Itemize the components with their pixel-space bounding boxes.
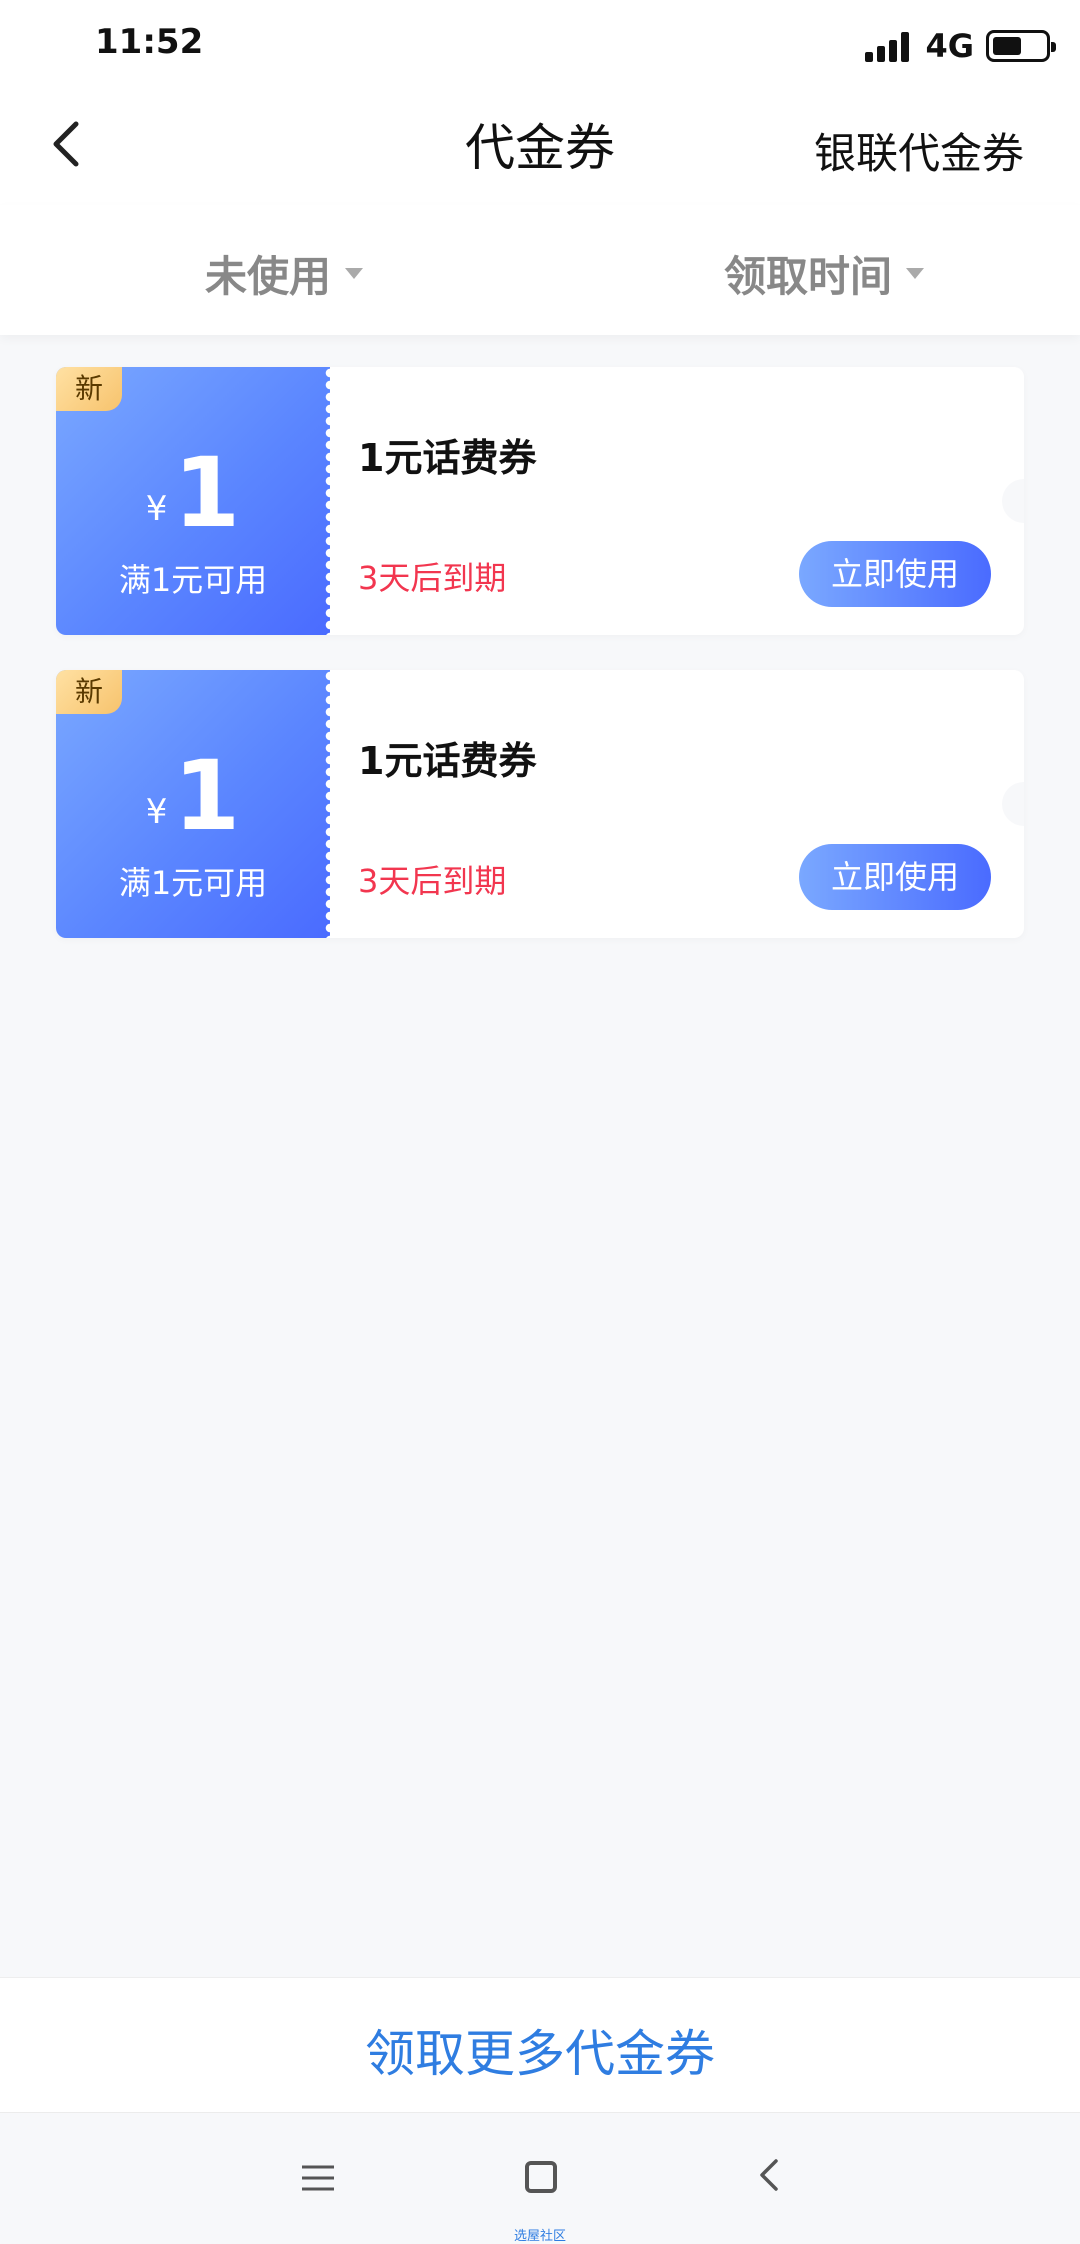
home-icon[interactable] xyxy=(525,2161,557,2193)
coupon-value-panel: 新 ¥1 满1元可用 xyxy=(56,367,336,635)
screen: 11:52 4G 代金券 银联代金券 未使用 领取时间 新 ¥1 满1元可用 1… xyxy=(0,0,1080,2244)
back-nav-icon[interactable] xyxy=(750,2155,790,2195)
coupon-amount: ¥1 xyxy=(56,437,330,549)
coupon-expiry: 3天后到期 xyxy=(358,559,507,597)
coupon-threshold: 满1元可用 xyxy=(118,864,268,902)
status-filter-dropdown[interactable]: 未使用 xyxy=(205,243,364,304)
bottom-action-bar: 领取更多代金券 xyxy=(0,1977,1080,2112)
status-filter-label: 未使用 xyxy=(205,252,332,301)
amount-value: 1 xyxy=(173,740,241,852)
get-more-coupons-link[interactable]: 领取更多代金券 xyxy=(0,2014,1080,2086)
sort-filter-label: 领取时间 xyxy=(724,252,893,301)
use-now-button[interactable]: 立即使用 xyxy=(799,844,991,910)
coupon-expiry: 3天后到期 xyxy=(358,862,507,900)
coupon-title: 1元话费券 xyxy=(358,739,537,783)
system-nav-bar: 选屋社区 xyxy=(0,2112,1080,2244)
unionpay-coupons-link[interactable]: 银联代金券 xyxy=(814,120,1024,181)
signal-icon xyxy=(865,30,913,62)
card-notch xyxy=(1002,479,1024,523)
sort-filter-dropdown[interactable]: 领取时间 xyxy=(724,243,925,304)
status-indicators: 4G xyxy=(865,24,1056,68)
currency-symbol: ¥ xyxy=(145,792,168,832)
status-bar: 11:52 4G xyxy=(0,0,1080,90)
watermark-text: 选屋社区 xyxy=(513,2229,566,2244)
coupon-card: 新 ¥1 满1元可用 1元话费券 3天后到期 立即使用 xyxy=(56,670,1024,938)
card-notch xyxy=(1002,782,1024,826)
network-label: 4G xyxy=(925,27,974,65)
amount-value: 1 xyxy=(173,437,241,549)
coupon-threshold: 满1元可用 xyxy=(118,561,268,599)
filter-bar: 未使用 领取时间 xyxy=(0,205,1080,335)
coupon-card: 新 ¥1 满1元可用 1元话费券 3天后到期 立即使用 xyxy=(56,367,1024,635)
coupon-title: 1元话费券 xyxy=(358,436,537,480)
coupon-value-panel: 新 ¥1 满1元可用 xyxy=(56,670,336,938)
battery-icon xyxy=(986,30,1056,62)
use-now-button[interactable]: 立即使用 xyxy=(799,541,991,607)
new-badge: 新 xyxy=(56,670,122,714)
new-badge: 新 xyxy=(56,367,122,411)
menu-icon[interactable] xyxy=(300,2163,336,2193)
nav-bar: 代金券 银联代金券 xyxy=(0,90,1080,205)
currency-symbol: ¥ xyxy=(145,489,168,529)
coupon-amount: ¥1 xyxy=(56,740,330,852)
caret-down-icon xyxy=(906,268,925,279)
status-time: 11:52 xyxy=(95,22,204,62)
caret-down-icon xyxy=(345,268,364,279)
